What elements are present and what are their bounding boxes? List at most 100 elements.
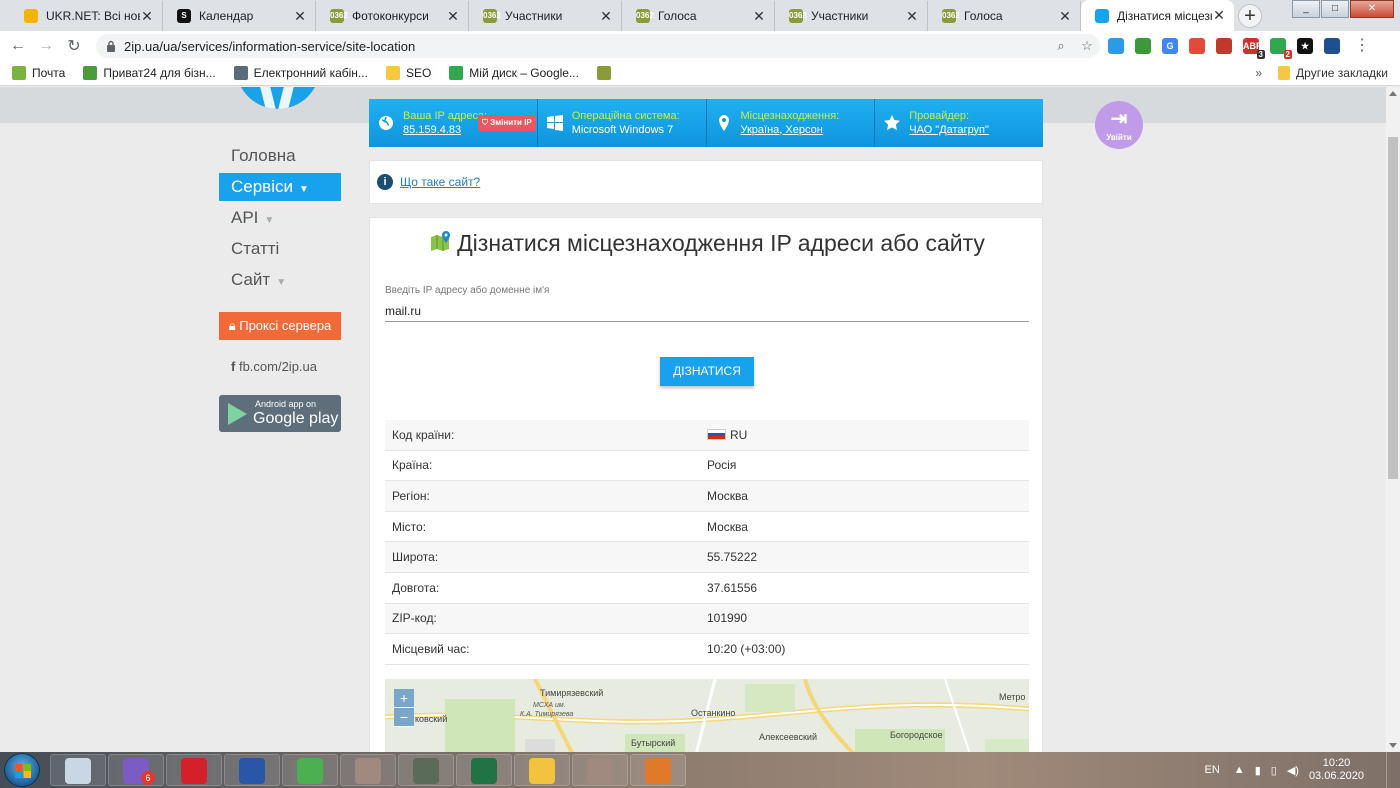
sidenav-item[interactable]: Статті <box>219 235 341 263</box>
russia-flag-icon <box>707 429 726 441</box>
browser-tab[interactable]: 0362 Участники ✕ <box>775 1 928 31</box>
bookmark-item[interactable]: Приват24 для бізн... <box>83 66 216 80</box>
forward-arrow-icon[interactable]: → <box>32 37 60 55</box>
sidenav-item[interactable]: Сайт ▼ <box>219 266 341 294</box>
maximize-button[interactable]: □ <box>1321 0 1349 18</box>
close-tab-icon[interactable]: ✕ <box>1058 8 1072 25</box>
bookmark-star-icon[interactable]: ☆ <box>1074 38 1100 54</box>
close-tab-icon[interactable]: ✕ <box>446 8 460 25</box>
taskbar-app-button[interactable] <box>572 754 628 786</box>
address-bar[interactable]: 2ip.ua/ua/services/information-service/s… <box>96 34 1100 58</box>
taskbar-app-button[interactable] <box>398 754 454 786</box>
extension-icon[interactable] <box>1189 38 1205 54</box>
extension-icon[interactable] <box>1135 38 1151 54</box>
location-value[interactable]: Україна, Херсон <box>741 123 840 137</box>
sidenav-label: Сервіси <box>231 177 293 196</box>
result-key: Довгота: <box>392 580 440 595</box>
provider-info: Провайдер: ЧАО "Датагруп" <box>875 99 1043 147</box>
extension-icon[interactable]: 2 <box>1270 38 1292 59</box>
bookmark-item[interactable]: Електронний кабін... <box>233 66 368 80</box>
provider-value[interactable]: ЧАО "Датагруп" <box>909 123 989 137</box>
taskbar-app-button[interactable] <box>514 754 570 786</box>
bookmark-item[interactable] <box>596 66 617 80</box>
bookmark-icon <box>12 66 26 80</box>
minimize-button[interactable]: _ <box>1292 0 1320 18</box>
google-play-badge[interactable]: Android app on Google play <box>219 395 341 432</box>
login-button[interactable]: ⇥ Увійти <box>1095 101 1143 149</box>
other-bookmarks-link[interactable]: Другие закладки <box>1296 66 1388 80</box>
os-info: Операційна система: Microsoft Windows 7 <box>538 99 707 147</box>
chrome-menu-icon[interactable]: ⋮ <box>1354 35 1370 55</box>
taskbar-app-button[interactable] <box>630 754 686 786</box>
close-window-button[interactable]: ✕ <box>1350 0 1394 18</box>
extension-icon[interactable] <box>1216 38 1232 54</box>
language-indicator[interactable]: EN <box>1205 764 1220 776</box>
new-tab-button[interactable]: + <box>1238 4 1262 28</box>
browser-tab[interactable]: 0362 Голоса ✕ <box>622 1 775 31</box>
page-scrollbar[interactable] <box>1386 87 1400 752</box>
taskbar-app-button[interactable] <box>340 754 396 786</box>
reload-icon[interactable]: ↻ <box>60 36 88 56</box>
url-text[interactable]: 2ip.ua/ua/services/information-service/s… <box>124 39 1048 54</box>
extension-icon[interactable] <box>1108 38 1124 54</box>
result-value: 37.61556 <box>707 580 758 595</box>
zoom-search-icon[interactable]: ⌕ <box>1048 38 1074 54</box>
browser-tab[interactable]: 0362 Фотоконкурси ✕ <box>316 1 469 31</box>
find-out-button[interactable]: ДІЗНАТИСЯ <box>660 357 754 386</box>
power-icon[interactable]: ▯ <box>1271 764 1277 777</box>
browser-tab[interactable]: UKR.NET: Всі новини✕ <box>10 1 163 31</box>
zoom-out-button[interactable]: − <box>394 708 414 727</box>
domain-input[interactable] <box>385 300 1029 322</box>
ip-value[interactable]: 85.159.4.83 <box>403 123 487 137</box>
taskbar-app-button[interactable]: 6 <box>108 754 164 786</box>
start-button[interactable] <box>4 753 40 787</box>
sidenav-item[interactable]: Головна <box>219 142 341 170</box>
clock[interactable]: 10:20 03.06.2020 <box>1309 757 1364 783</box>
proxy-servers-button[interactable]: 🔒︎ Проксі сервера <box>219 312 341 340</box>
taskbar-app-button[interactable] <box>224 754 280 786</box>
location-map[interactable]: + − Тимирязевский МСХА им. К.А. Тимирязе… <box>385 679 1029 752</box>
extension-icon[interactable]: ABP 3 <box>1243 38 1265 59</box>
bookmark-icon <box>385 66 400 80</box>
close-tab-icon[interactable]: ✕ <box>1212 7 1226 24</box>
close-tab-icon[interactable]: ✕ <box>293 8 307 25</box>
close-tab-icon[interactable]: ✕ <box>752 8 766 25</box>
volume-icon[interactable]: ◀) <box>1287 764 1299 777</box>
facebook-link[interactable]: f fb.com/2ip.ua <box>231 359 317 374</box>
bookmark-item[interactable]: Почта <box>12 66 65 80</box>
show-desktop-button[interactable] <box>1386 752 1400 788</box>
taskbar-app-button[interactable] <box>166 754 222 786</box>
proxy-label: Проксі сервера <box>239 318 332 333</box>
extension-icon[interactable] <box>1324 38 1340 54</box>
zoom-in-button[interactable]: + <box>394 689 414 708</box>
browser-tab[interactable]: 0362 Участники ✕ <box>469 1 622 31</box>
back-arrow-icon[interactable]: ← <box>4 37 32 55</box>
scrollbar-thumb[interactable] <box>1388 137 1398 479</box>
app-icon <box>239 758 265 784</box>
bookmark-item[interactable]: SEO <box>385 66 431 80</box>
bookmark-item[interactable]: Мій диск – Google... <box>449 66 579 80</box>
extension-icon[interactable]: G <box>1162 38 1178 54</box>
browser-tab[interactable]: 0362 Голоса ✕ <box>928 1 1081 31</box>
sidenav-item[interactable]: API ▼ <box>219 204 341 232</box>
taskbar-app-button[interactable] <box>50 754 106 786</box>
tray-expand-icon[interactable]: ▲ <box>1234 764 1245 776</box>
scroll-up-arrow-icon[interactable] <box>1389 91 1397 96</box>
location-tool-card: Дізнатися місцезнаходження IP адреси або… <box>369 217 1043 752</box>
taskbar-app-button[interactable] <box>456 754 512 786</box>
browser-tab[interactable]: S Календар ✕ <box>163 1 316 31</box>
close-tab-icon[interactable]: ✕ <box>140 8 154 25</box>
scroll-down-arrow-icon[interactable] <box>1389 743 1397 748</box>
taskbar-app-button[interactable] <box>282 754 338 786</box>
result-value: Москва <box>707 488 748 503</box>
close-tab-icon[interactable]: ✕ <box>905 8 919 25</box>
browser-tab[interactable]: Дізнатися місцезнах✕ <box>1081 0 1234 31</box>
sidenav-item[interactable]: Сервіси ▼ <box>219 173 341 201</box>
extension-icon[interactable]: ★ <box>1297 38 1313 54</box>
what-is-site-link[interactable]: Що таке сайт? <box>400 175 480 189</box>
close-tab-icon[interactable]: ✕ <box>599 8 613 25</box>
more-bookmarks-icon[interactable]: » <box>1255 66 1262 80</box>
change-ip-button[interactable]: ⛉ Змінити IP <box>478 115 536 131</box>
location-label: Місцезнаходження: <box>740 109 840 122</box>
network-icon[interactable]: ▮ <box>1255 764 1261 777</box>
